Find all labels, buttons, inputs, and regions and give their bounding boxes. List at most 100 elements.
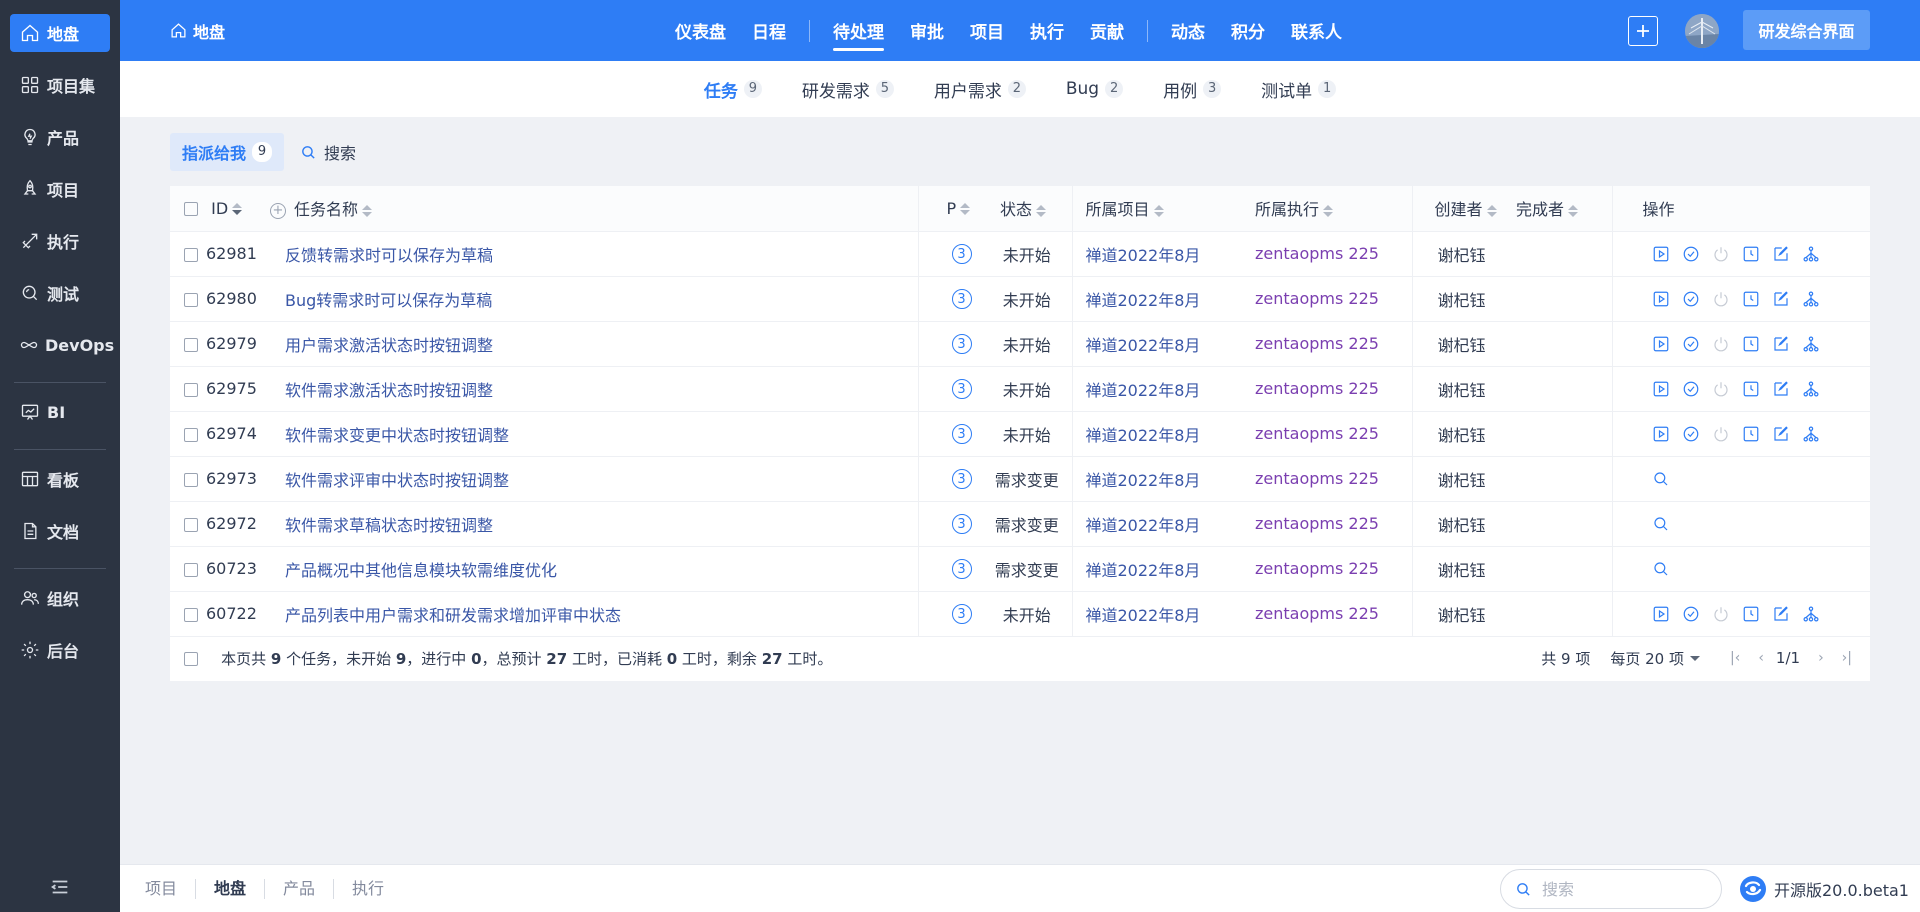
close-task-icon[interactable] (1711, 379, 1731, 399)
project-link[interactable]: 禅道2022年8月 (1086, 336, 1201, 355)
execution-link[interactable]: zentaopms 225 (1255, 424, 1379, 443)
subtab-6[interactable]: 测试单 1 (1261, 77, 1337, 102)
edit-task-icon[interactable] (1771, 379, 1791, 399)
finish-task-icon[interactable] (1681, 289, 1701, 309)
start-task-icon[interactable] (1651, 424, 1671, 444)
search-toggle[interactable]: 搜索 (300, 140, 356, 164)
edit-task-icon[interactable] (1771, 604, 1791, 624)
finish-task-icon[interactable] (1681, 379, 1701, 399)
sidebar-item-2[interactable]: 项目集 (10, 66, 110, 104)
collapse-sidebar-button[interactable] (0, 876, 120, 898)
nav-item-2[interactable]: 日程 (739, 0, 799, 61)
global-search-input[interactable] (1542, 879, 1702, 899)
subtab-1[interactable]: 任务 9 (704, 77, 762, 102)
row-checkbox[interactable] (184, 292, 198, 307)
project-link[interactable]: 禅道2022年8月 (1086, 561, 1201, 580)
nav-item-6[interactable]: 执行 (1017, 0, 1077, 61)
row-checkbox[interactable] (184, 562, 198, 577)
nav-item-9[interactable]: 积分 (1218, 0, 1278, 61)
select-page-checkbox[interactable] (184, 652, 198, 667)
batch-create-icon[interactable] (1801, 334, 1821, 354)
record-hours-icon[interactable] (1741, 604, 1761, 624)
project-link[interactable]: 禅道2022年8月 (1086, 471, 1201, 490)
footer-crumb-3[interactable]: 产品 (265, 879, 335, 899)
task-name-link[interactable]: 用户需求激活状态时按钮调整 (285, 336, 493, 355)
execution-link[interactable]: zentaopms 225 (1255, 514, 1379, 533)
row-checkbox[interactable] (184, 427, 198, 442)
sidebar-item-11[interactable]: 组织 (10, 579, 110, 617)
execution-link[interactable]: zentaopms 225 (1255, 244, 1379, 263)
footer-crumb-1[interactable]: 项目 (145, 879, 197, 899)
status-header[interactable]: 状态 (982, 186, 1073, 232)
sidebar-item-7[interactable]: DevOps (10, 326, 114, 364)
subtab-3[interactable]: 用户需求 2 (934, 77, 1026, 102)
nav-item-5[interactable]: 项目 (957, 0, 1017, 61)
edit-task-icon[interactable] (1771, 289, 1791, 309)
nav-item-4[interactable]: 审批 (897, 0, 957, 61)
batch-create-icon[interactable] (1801, 379, 1821, 399)
task-name-link[interactable]: 软件需求激活状态时按钮调整 (285, 381, 493, 400)
edit-task-icon[interactable] (1771, 244, 1791, 264)
task-name-link[interactable]: 产品概况中其他信息模块软需维度优化 (285, 561, 557, 580)
start-task-icon[interactable] (1651, 379, 1671, 399)
sidebar-item-4[interactable]: 项目 (10, 170, 110, 208)
project-link[interactable]: 禅道2022年8月 (1086, 516, 1201, 535)
task-name-link[interactable]: 软件需求草稿状态时按钮调整 (285, 516, 493, 535)
sidebar-item-5[interactable]: 执行 (10, 222, 110, 260)
project-link[interactable]: 禅道2022年8月 (1086, 381, 1201, 400)
close-task-icon[interactable] (1711, 334, 1731, 354)
execution-link[interactable]: zentaopms 225 (1255, 289, 1379, 308)
project-header[interactable]: 所属项目 (1072, 186, 1242, 232)
nav-item-7[interactable]: 贡献 (1077, 0, 1137, 61)
project-link[interactable]: 禅道2022年8月 (1086, 291, 1201, 310)
sidebar-item-6[interactable]: 测试 (10, 274, 110, 312)
name-header[interactable]: + 任务名称 (270, 186, 919, 232)
project-link[interactable]: 禅道2022年8月 (1086, 606, 1201, 625)
sidebar-item-10[interactable]: 文档 (10, 512, 110, 550)
close-task-icon[interactable] (1711, 289, 1731, 309)
nav-item-8[interactable]: 动态 (1158, 0, 1218, 61)
record-hours-icon[interactable] (1741, 289, 1761, 309)
finish-task-icon[interactable] (1681, 604, 1701, 624)
user-avatar[interactable] (1685, 14, 1719, 48)
execution-link[interactable]: zentaopms 225 (1255, 334, 1379, 353)
sidebar-item-12[interactable]: 后台 (10, 631, 110, 669)
first-page-icon[interactable]: |‹ (1730, 650, 1740, 666)
finish-task-icon[interactable] (1681, 334, 1701, 354)
edit-task-icon[interactable] (1771, 334, 1791, 354)
finish-task-icon[interactable] (1681, 244, 1701, 264)
start-task-icon[interactable] (1651, 334, 1671, 354)
task-name-link[interactable]: Bug转需求时可以保存为草稿 (285, 291, 492, 310)
nav-item-1[interactable]: 仪表盘 (662, 0, 739, 61)
start-task-icon[interactable] (1651, 244, 1671, 264)
execution-link[interactable]: zentaopms 225 (1255, 469, 1379, 488)
close-task-icon[interactable] (1711, 424, 1731, 444)
creator-header[interactable]: 创建者 (1412, 186, 1512, 232)
task-name-link[interactable]: 产品列表中用户需求和研发需求增加评审中状态 (285, 606, 621, 625)
last-page-icon[interactable]: ›| (1842, 650, 1852, 666)
close-task-icon[interactable] (1711, 604, 1731, 624)
footer-crumb-2[interactable]: 地盘 (196, 879, 266, 899)
task-name-link[interactable]: 软件需求变更中状态时按钮调整 (285, 426, 509, 445)
select-all-checkbox[interactable] (184, 202, 198, 217)
global-search[interactable] (1500, 869, 1722, 909)
task-name-link[interactable]: 软件需求评审中状态时按钮调整 (285, 471, 509, 490)
execution-link[interactable]: zentaopms 225 (1255, 379, 1379, 398)
assigned-to-me-filter[interactable]: 指派给我 9 (170, 133, 285, 171)
batch-create-icon[interactable] (1801, 289, 1821, 309)
view-story-change-icon[interactable] (1651, 514, 1671, 534)
row-checkbox[interactable] (184, 247, 198, 262)
expand-all-icon[interactable]: + (270, 202, 286, 219)
finish-task-icon[interactable] (1681, 424, 1701, 444)
record-hours-icon[interactable] (1741, 244, 1761, 264)
batch-create-icon[interactable] (1801, 244, 1821, 264)
subtab-4[interactable]: Bug 2 (1066, 79, 1124, 99)
execution-link[interactable]: zentaopms 225 (1255, 559, 1379, 578)
batch-create-icon[interactable] (1801, 604, 1821, 624)
execution-header[interactable]: 所属执行 (1242, 186, 1413, 232)
row-checkbox[interactable] (184, 607, 198, 622)
view-story-change-icon[interactable] (1651, 469, 1671, 489)
task-name-link[interactable]: 反馈转需求时可以保存为草稿 (285, 246, 493, 265)
sidebar-item-3[interactable]: 产品 (10, 118, 110, 156)
next-page-icon[interactable]: › (1818, 650, 1824, 666)
